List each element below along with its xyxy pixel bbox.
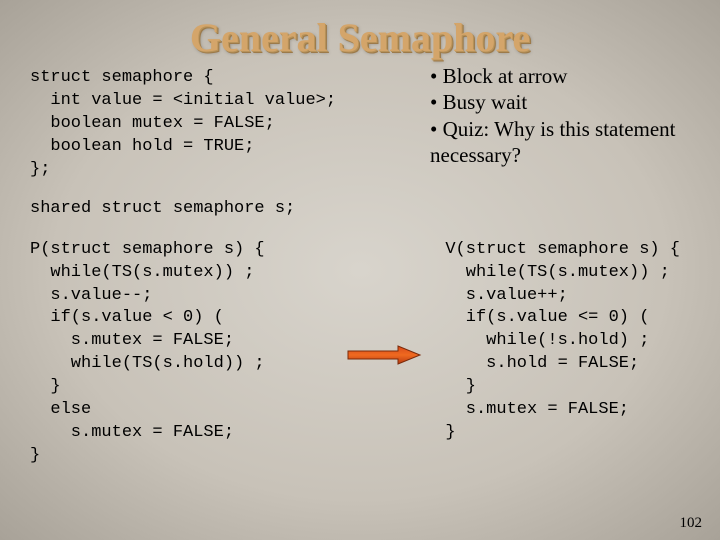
- arrow-icon: [342, 345, 422, 365]
- slide-title: General Semaphore: [0, 0, 720, 67]
- bullet-1: • Block at arrow: [430, 63, 690, 89]
- shared-declaration: shared struct semaphore s;: [30, 198, 690, 221]
- bottom-row: P(struct semaphore s) { while(TS(s.mutex…: [30, 239, 690, 468]
- bullet-3: • Quiz: Why is this statement necessary?: [430, 116, 690, 169]
- content-area: struct semaphore { int value = <initial …: [0, 67, 720, 468]
- page-number: 102: [680, 515, 703, 532]
- struct-code: struct semaphore { int value = <initial …: [30, 67, 336, 182]
- v-function-code: V(struct semaphore s) { while(TS(s.mutex…: [445, 239, 680, 468]
- top-row: struct semaphore { int value = <initial …: [30, 67, 690, 182]
- p-function-code: P(struct semaphore s) { while(TS(s.mutex…: [30, 239, 265, 468]
- bullet-2: • Busy wait: [430, 89, 690, 115]
- bullet-list: • Block at arrow • Busy wait • Quiz: Why…: [430, 63, 690, 182]
